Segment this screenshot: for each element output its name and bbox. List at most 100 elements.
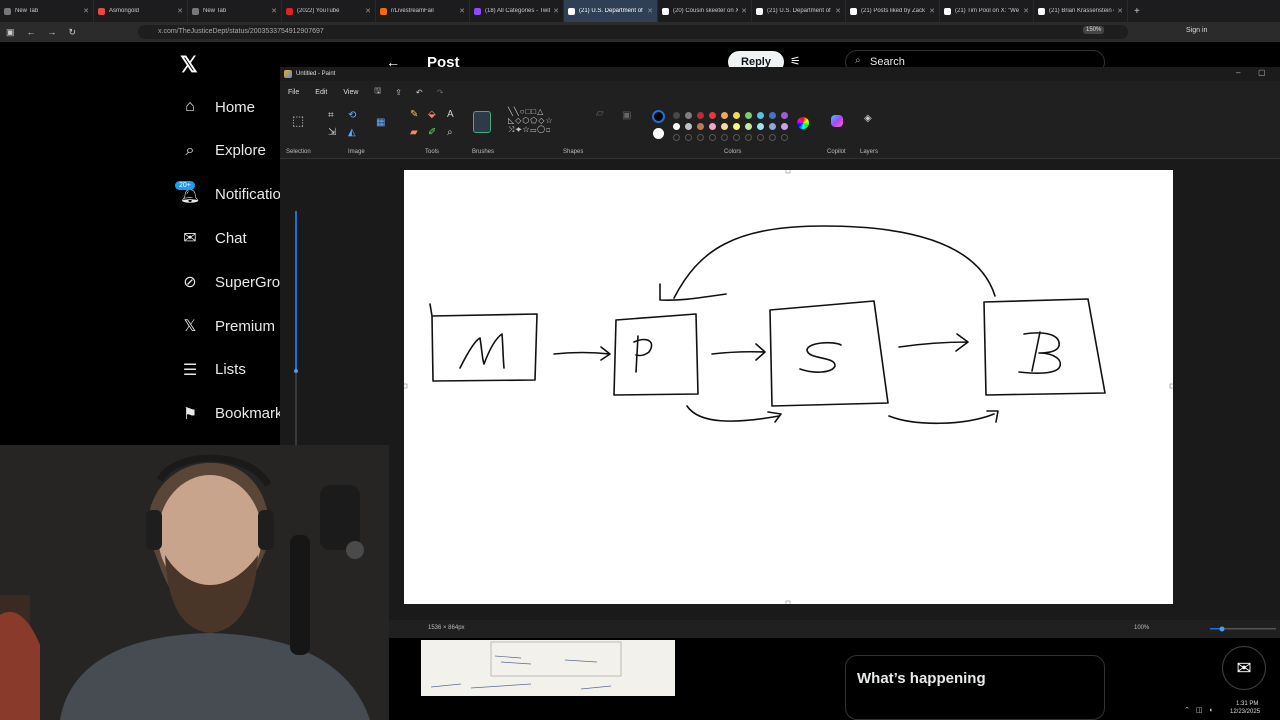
color-swatch[interactable] xyxy=(733,134,740,141)
filter-icon[interactable]: ⚟ xyxy=(790,54,801,68)
sidebar-item-chat[interactable]: ✉ Chat xyxy=(180,228,246,248)
layers-icon[interactable]: ◈ xyxy=(864,113,872,124)
tab-close-icon[interactable]: ✕ xyxy=(271,7,277,15)
color-swatch[interactable] xyxy=(721,123,728,130)
tray-chevron-icon[interactable]: ⌃ xyxy=(1184,706,1190,714)
color-swatch[interactable] xyxy=(697,134,704,141)
browser-tab[interactable]: (21) Posts liked by Zack ✕ xyxy=(846,0,940,22)
color-swatch[interactable] xyxy=(721,112,728,119)
tab-close-icon[interactable]: ✕ xyxy=(553,7,559,15)
edit-colors-icon[interactable] xyxy=(797,117,809,129)
fill-icon[interactable]: ⬙ xyxy=(428,109,436,120)
menu-file[interactable]: File xyxy=(288,89,299,96)
color-swatch[interactable] xyxy=(745,112,752,119)
crop-icon[interactable]: ⌗ xyxy=(328,110,334,121)
secondary-color[interactable] xyxy=(653,128,664,139)
copilot-icon[interactable] xyxy=(831,115,843,127)
color-swatch[interactable] xyxy=(709,134,716,141)
fill-shape-icon[interactable]: ▣ xyxy=(622,110,631,121)
eraser-icon[interactable]: ▰ xyxy=(410,127,418,138)
tab-close-icon[interactable]: ✕ xyxy=(83,7,89,15)
back-icon[interactable]: ← xyxy=(27,27,36,37)
browser-tab[interactable]: New Tab ✕ xyxy=(0,0,94,22)
sidebar-toggle-icon[interactable]: ▣ xyxy=(6,27,15,38)
color-swatch[interactable] xyxy=(757,123,764,130)
tab-close-icon[interactable]: ✕ xyxy=(1023,7,1029,15)
reload-icon[interactable]: ↻ xyxy=(69,27,77,38)
tab-close-icon[interactable]: ✕ xyxy=(459,7,465,15)
browser-tab[interactable]: (21) U.S. Department of ✕ xyxy=(564,0,658,22)
browser-tab[interactable]: (21) Tim Pool on X: "We ✕ xyxy=(940,0,1034,22)
color-swatch[interactable] xyxy=(697,112,704,119)
color-swatch[interactable] xyxy=(685,134,692,141)
zoom-badge[interactable]: 150% xyxy=(1083,26,1105,34)
color-swatch[interactable] xyxy=(709,123,716,130)
drawing-canvas[interactable] xyxy=(404,170,1173,604)
color-swatch[interactable] xyxy=(757,112,764,119)
picker-icon[interactable]: ✐ xyxy=(428,127,436,138)
volume-icon[interactable]: ◖ xyxy=(1209,707,1213,714)
browser-tab[interactable]: (20) Cousin skeeter on X ✕ xyxy=(658,0,752,22)
network-icon[interactable]: ◫ xyxy=(1196,706,1203,714)
browser-tab[interactable]: (21) Brian Krassenstein o ✕ xyxy=(1034,0,1128,22)
browser-tab[interactable]: (21) U.S. Department of ✕ xyxy=(752,0,846,22)
address-bar[interactable]: x.com/TheJusticeDept/status/200353375491… xyxy=(138,25,1128,39)
brush-size-slider[interactable] xyxy=(294,211,298,445)
rotate-icon[interactable]: ⟲ xyxy=(348,110,356,121)
sidebar-item-explore[interactable]: ⌕ Explore xyxy=(180,141,266,161)
redo-icon[interactable]: ↷ xyxy=(437,88,444,97)
undo-icon[interactable]: ↶ xyxy=(416,88,423,97)
text-icon[interactable]: A xyxy=(447,109,454,120)
save-icon[interactable]: 🖫 xyxy=(374,85,381,99)
share-icon[interactable]: ⇪ xyxy=(395,88,402,97)
browser-tab[interactable]: Asmongold ✕ xyxy=(94,0,188,22)
new-tab-icon[interactable]: + xyxy=(1134,6,1140,17)
menu-view[interactable]: View xyxy=(343,89,358,96)
document-image[interactable] xyxy=(421,640,675,696)
selection-icon[interactable]: ⬚ xyxy=(292,113,304,129)
forward-icon[interactable]: → xyxy=(48,27,57,37)
pencil-icon[interactable]: ✎ xyxy=(410,109,418,120)
color-swatch[interactable] xyxy=(745,134,752,141)
color-swatch[interactable] xyxy=(781,134,788,141)
color-swatch[interactable] xyxy=(769,134,776,141)
sidebar-item-bookmark[interactable]: ⚑ Bookmark xyxy=(180,404,283,424)
sidebar-item-notificatio[interactable]: 🔔︎ Notificatio xyxy=(180,185,281,205)
browser-tab[interactable]: (18) All Categories - Twit ✕ xyxy=(470,0,564,22)
browser-tab[interactable]: r/LivestreamFail ✕ xyxy=(376,0,470,22)
tab-close-icon[interactable]: ✕ xyxy=(741,7,747,15)
color-swatch[interactable] xyxy=(673,123,680,130)
color-swatch[interactable] xyxy=(721,134,728,141)
outline-icon[interactable]: ▱ xyxy=(596,108,604,119)
tab-close-icon[interactable]: ✕ xyxy=(365,7,371,15)
tab-close-icon[interactable]: ✕ xyxy=(177,7,183,15)
clock-time[interactable]: 1:31 PM xyxy=(1236,701,1258,707)
sidebar-item-home[interactable]: ⌂ Home xyxy=(180,97,255,117)
browser-tab[interactable]: New Tab ✕ xyxy=(188,0,282,22)
sign-in-button[interactable]: Sign in xyxy=(1186,27,1207,34)
sidebar-item-premium[interactable]: 𝕏 Premium xyxy=(180,316,275,336)
flip-icon[interactable]: ◭ xyxy=(348,127,356,138)
color-swatch[interactable] xyxy=(769,123,776,130)
color-swatch[interactable] xyxy=(709,112,716,119)
maximize-icon[interactable]: ▢ xyxy=(1258,68,1266,77)
color-swatch[interactable] xyxy=(757,134,764,141)
color-swatch[interactable] xyxy=(685,123,692,130)
sidebar-item-supergro[interactable]: ⊘ SuperGro xyxy=(180,272,280,292)
tab-close-icon[interactable]: ✕ xyxy=(929,7,935,15)
menu-edit[interactable]: Edit xyxy=(315,89,327,96)
resize-icon[interactable]: ⇲ xyxy=(328,127,336,138)
color-swatch[interactable] xyxy=(733,123,740,130)
color-swatch[interactable] xyxy=(745,123,752,130)
primary-color[interactable] xyxy=(652,110,665,123)
tab-close-icon[interactable]: ✕ xyxy=(1117,7,1123,15)
shapes-gallery[interactable]: ╲╲○□□△ ◺◇⬡⬠◇☆ ⤨✦☆▭◯◻ xyxy=(508,107,554,135)
clock-date[interactable]: 12/23/2025 xyxy=(1230,709,1260,715)
messages-button[interactable]: ✉ xyxy=(1222,646,1266,690)
color-swatch[interactable] xyxy=(697,123,704,130)
color-swatch[interactable] xyxy=(673,134,680,141)
browser-tab[interactable]: (2022) YouTube ✕ xyxy=(282,0,376,22)
color-swatch[interactable] xyxy=(685,112,692,119)
brushes-button[interactable] xyxy=(473,111,491,133)
x-logo-icon[interactable]: 𝕏 xyxy=(180,52,198,78)
